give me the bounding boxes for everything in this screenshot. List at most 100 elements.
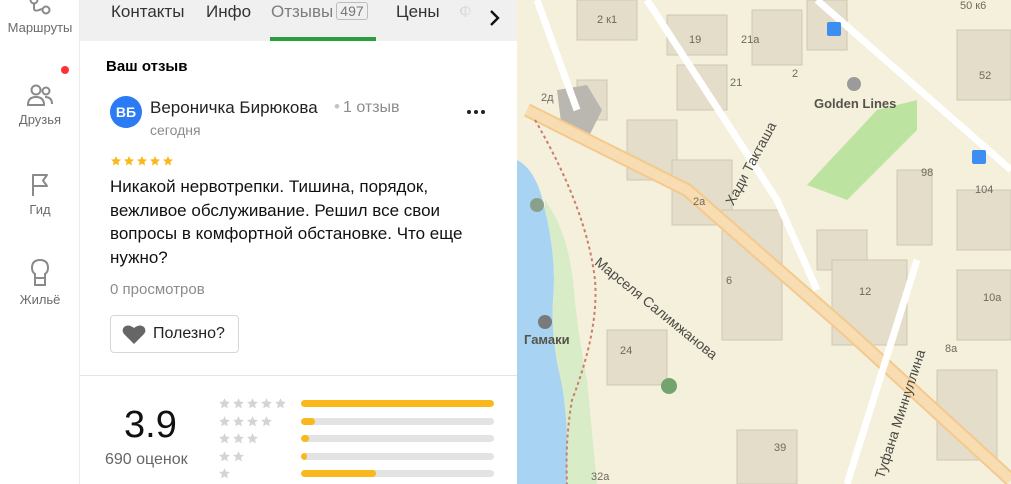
star-filled-icon — [137, 156, 147, 166]
distribution-row — [218, 432, 498, 444]
distribution-stars — [218, 450, 287, 463]
rail-item-friends[interactable]: Друзья — [0, 82, 80, 127]
tab-info[interactable]: Инфо — [206, 2, 251, 22]
organization-panel: Контакты Инфо Отзывы497 Цены Ф Ваш отзыв… — [80, 0, 517, 484]
star-empty-icon — [247, 398, 258, 409]
housing-icon — [30, 258, 50, 286]
map[interactable]: 2 к1 19 21а 21 2 2д 2а 6 12 98 104 10а 8… — [517, 0, 1011, 484]
tab-reviews-label: Отзывы — [271, 2, 334, 21]
building-number: 21а — [741, 34, 760, 46]
building-number: 8а — [945, 343, 958, 355]
author-review-count: 1 отзыв — [343, 99, 400, 116]
rail-item-guide[interactable]: Гид — [0, 172, 80, 217]
section-title: Ваш отзыв — [106, 58, 188, 75]
review-views: 0 просмотров — [110, 281, 205, 298]
rail-label-housing: Жильё — [19, 292, 61, 307]
star-filled-icon — [150, 156, 160, 166]
distribution-row — [218, 415, 498, 427]
distribution-row — [218, 450, 498, 462]
star-filled-icon — [124, 156, 134, 166]
distribution-stars — [218, 397, 287, 410]
distribution-bar-fill — [301, 470, 377, 477]
star-empty-icon — [275, 398, 286, 409]
star-empty-icon — [233, 398, 244, 409]
distribution-bar-fill — [301, 417, 315, 425]
distribution-row — [218, 397, 498, 409]
distribution-stars — [218, 415, 287, 428]
average-rating: 3.9 — [124, 404, 177, 446]
tabs-next-button[interactable] — [482, 5, 508, 31]
rail-label-guide: Гид — [29, 202, 51, 217]
avatar[interactable]: ВБ — [110, 96, 142, 128]
distribution-bar — [301, 400, 494, 407]
more-options-button[interactable] — [464, 100, 488, 124]
friends-icon — [26, 84, 53, 106]
distribution-bar-fill — [301, 400, 494, 407]
poi-label[interactable]: Гамаки — [524, 332, 570, 347]
distribution-bar — [301, 452, 494, 460]
rail-label-friends: Друзья — [18, 112, 62, 127]
star-empty-icon — [219, 415, 230, 426]
rail-item-housing[interactable]: Жильё — [0, 258, 80, 307]
rail-item-routes[interactable]: Маршруты — [0, 0, 80, 35]
building-number: 24 — [620, 345, 633, 357]
building-number: 2а — [693, 196, 706, 208]
poi-label[interactable]: Golden Lines — [814, 96, 896, 111]
star-empty-icon — [219, 398, 230, 409]
distribution-stars — [218, 467, 287, 480]
tab-fade — [440, 0, 480, 41]
tab-reviews[interactable]: Отзывы 497 — [271, 2, 368, 22]
heart-icon — [122, 325, 146, 344]
building-number: 6 — [726, 275, 733, 287]
star-empty-icon — [219, 450, 230, 461]
star-empty-icon — [261, 415, 272, 426]
star-empty-icon — [247, 433, 258, 444]
distribution-bar-fill — [301, 452, 307, 460]
more-dots-icon — [467, 110, 485, 114]
guide-flag-icon — [32, 174, 48, 196]
review-date: сегодня — [150, 122, 201, 138]
star-filled-icon — [163, 156, 173, 166]
star-empty-icon — [219, 468, 230, 479]
building-number: 2 к1 — [597, 14, 618, 26]
building-number: 39 — [774, 442, 787, 454]
tab-prices[interactable]: Цены — [396, 2, 440, 22]
chevron-right-icon — [490, 10, 500, 26]
tab-reviews-count: 497 — [336, 2, 368, 20]
divider — [80, 375, 517, 376]
routes-icon — [29, 0, 51, 15]
notification-dot — [61, 66, 69, 74]
review-text: Никакой нервотрепки. Тишина, порядок, ве… — [110, 177, 463, 267]
building-number: 10а — [983, 292, 1002, 304]
building-number: 2д — [541, 92, 554, 104]
building-number: 32а — [591, 471, 610, 483]
distribution-bar — [301, 435, 494, 442]
tab-contacts[interactable]: Контакты — [111, 2, 184, 22]
helpful-button[interactable]: Полезно? — [110, 315, 239, 353]
star-empty-icon — [233, 415, 244, 426]
building-number: 21 — [730, 77, 743, 89]
tab-bar: Контакты Инфо Отзывы497 Цены Ф — [80, 0, 517, 41]
left-rail: Маршруты Друзья Гид Жильё — [0, 0, 80, 484]
review-stars — [110, 155, 174, 167]
distribution-row — [218, 467, 498, 479]
distribution-bar — [301, 470, 494, 477]
building-number: 12 — [859, 286, 872, 298]
building-number: 98 — [921, 167, 934, 179]
tab-active-indicator — [270, 37, 376, 41]
star-empty-icon — [233, 433, 244, 444]
star-empty-icon — [233, 450, 244, 461]
building-number: 19 — [689, 34, 702, 46]
distribution-stars — [218, 432, 287, 445]
building-number: 50 к6 — [960, 0, 987, 12]
star-empty-icon — [247, 415, 258, 426]
building-number: 2 — [792, 68, 799, 80]
building-number: 52 — [979, 70, 992, 82]
distribution-bar-fill — [301, 435, 309, 442]
star-empty-icon — [219, 433, 230, 444]
helpful-label: Полезно? — [153, 325, 225, 342]
rail-label-routes: Маршруты — [7, 20, 73, 35]
author-name[interactable]: Вероничка Бирюкова — [150, 98, 318, 118]
author-separator: • — [334, 97, 340, 116]
distribution-bar — [301, 417, 494, 425]
